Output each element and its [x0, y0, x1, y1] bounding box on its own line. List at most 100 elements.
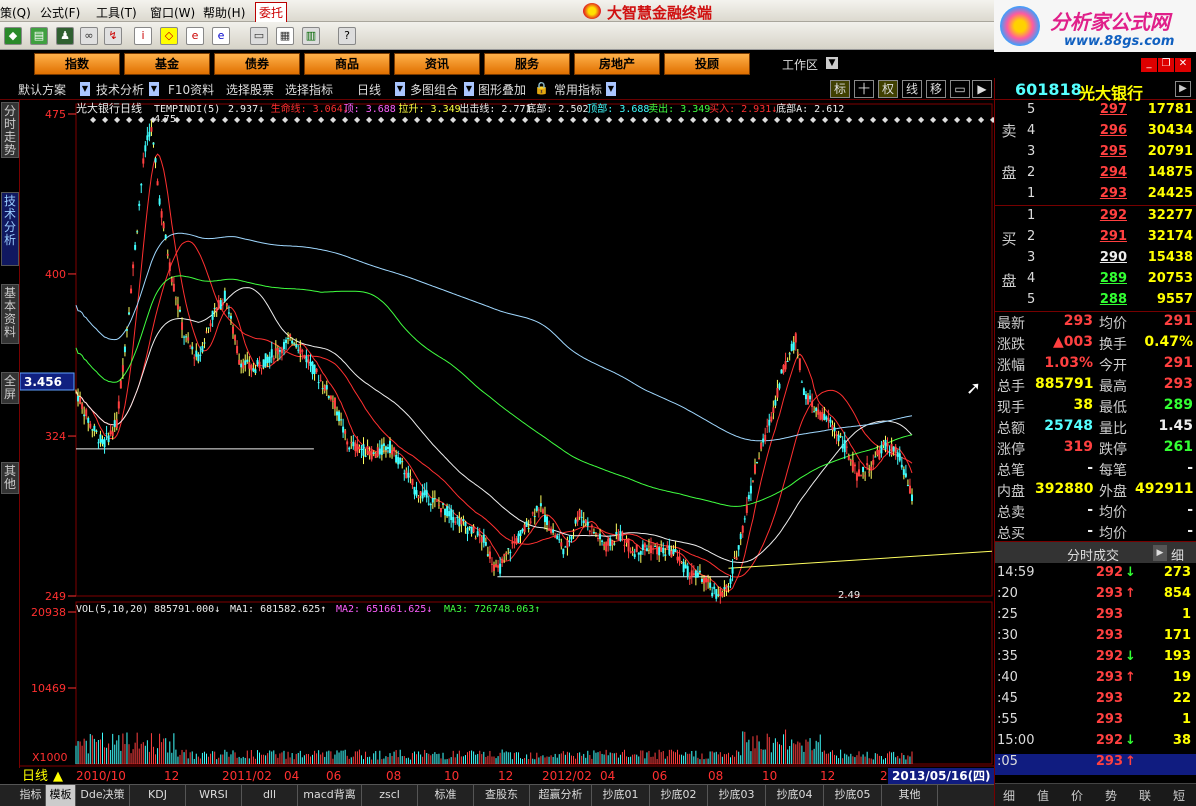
line-button[interactable]: 线 [902, 80, 922, 98]
tab-fullscreen[interactable]: 全屏 [1, 372, 19, 404]
panel-collapse-icon[interactable]: ▶ [1175, 81, 1191, 97]
bid-row[interactable]: 3 290 15438 [1025, 250, 1195, 271]
indicator-tab[interactable]: 抄底04 [766, 785, 824, 806]
indicator-tab[interactable]: 指标 [16, 785, 46, 806]
cat-fund[interactable]: 基金 [124, 53, 210, 75]
menu-tools[interactable]: 工具(T) [96, 4, 137, 21]
chart-icon[interactable]: ↯ [104, 27, 122, 45]
trade-row[interactable]: :25 293 1 [995, 607, 1196, 628]
trade-row[interactable]: :40 293 ↑ 19 [995, 670, 1196, 691]
common-dropdown-icon[interactable]: ▼ [606, 82, 616, 96]
help-pointer-icon[interactable]: ? [338, 27, 356, 45]
cat-bond[interactable]: 债券 [214, 53, 300, 75]
trade-row[interactable]: 14:59 292 ↓ 273 [995, 565, 1196, 586]
quote-tab[interactable]: 势 [1105, 787, 1117, 804]
ask-row[interactable]: 2 294 14875 [1025, 165, 1195, 186]
overlay-menu[interactable]: 图形叠加 [478, 81, 526, 98]
quote-icon[interactable]: ◆ [4, 27, 22, 45]
tech-dropdown-icon[interactable]: ▼ [149, 82, 159, 96]
bid-row[interactable]: 5 288 9557 [1025, 292, 1195, 313]
diamond-icon[interactable]: ◇ [160, 27, 178, 45]
info-icon[interactable]: i [134, 27, 152, 45]
quote-tab[interactable]: 值 [1037, 787, 1049, 804]
blue-logo-icon[interactable]: e [212, 27, 230, 45]
indicator-tab[interactable]: 模板 [46, 785, 76, 806]
kline-chart[interactable]: ◆ ◆ ◆ ◆ ◆ ◆ ◆ ◆ ◆ ◆ ◆ ◆ ◆ ◆ ◆ ◆ ◆ ◆ ◆ ◆ ◆ ◆ ◆ ◆ ◆ ◆ ◆ ◆ ◆ ◆ ◆ ◆ ◆ ◆ ◆ ◆ ◆ ◆ ◆ ◆… [20, 100, 994, 784]
crosshair-button[interactable]: 十 [854, 80, 874, 98]
select-indicator-menu[interactable]: 选择指标 [285, 81, 333, 98]
cat-advisor[interactable]: 投顾 [664, 53, 750, 75]
close-icon[interactable]: ✕ [1175, 58, 1191, 72]
bid-row[interactable]: 2 291 32174 [1025, 229, 1195, 250]
tab-other[interactable]: 其他 [1, 462, 19, 494]
tab-intraday[interactable]: 分时走势 [1, 102, 19, 158]
indicator-tab[interactable]: Dde决策 [76, 785, 130, 806]
multi-dropdown-icon[interactable]: ▼ [464, 82, 474, 96]
indicator-tab[interactable]: macd背离 [298, 785, 362, 806]
trade-row[interactable]: 15:00 292 ↓ 38 [995, 733, 1196, 754]
mark-button[interactable]: 标 [830, 80, 850, 98]
trade-row[interactable]: :55 293 1 [995, 712, 1196, 733]
tech-analysis-menu[interactable]: 技术分析 [96, 81, 144, 98]
binoculars-icon[interactable]: ∞ [80, 27, 98, 45]
menu-help[interactable]: 帮助(H) [203, 4, 245, 21]
ask-row[interactable]: 3 295 20791 [1025, 144, 1195, 165]
indicator-tab[interactable]: dll [242, 785, 298, 806]
indicator-tab[interactable]: 超赢分析 [530, 785, 592, 806]
trades-expand-icon[interactable]: ▶ [1153, 545, 1167, 561]
workarea-dropdown-icon[interactable]: ▼ [826, 57, 838, 69]
scheme-dropdown-icon[interactable]: ▼ [80, 82, 90, 96]
menu-entrust[interactable]: 委托 [255, 2, 288, 23]
user-icon[interactable]: ♟ [56, 27, 74, 45]
ask-row[interactable]: 1 293 24425 [1025, 186, 1195, 207]
menu-formula[interactable]: 公式(F) [40, 4, 80, 21]
indicator-tab[interactable]: 标准 [418, 785, 474, 806]
red-logo-icon[interactable]: e [186, 27, 204, 45]
market-icon[interactable]: ▤ [30, 27, 48, 45]
trades-detail-button[interactable]: 细 [1171, 545, 1184, 564]
select-stock-menu[interactable]: 选择股票 [226, 81, 274, 98]
trade-row[interactable]: :20 293 ↑ 854 [995, 586, 1196, 607]
common-indicator-menu[interactable]: 常用指标 [554, 81, 602, 98]
multi-chart-menu[interactable]: 多图组合 [410, 81, 458, 98]
bid-row[interactable]: 1 292 32277 [1025, 208, 1195, 229]
quote-tab[interactable]: 细 [1003, 787, 1015, 804]
tab-technical[interactable]: 技术分析 [1, 192, 19, 266]
move-button[interactable]: 移 [926, 80, 946, 98]
restore-icon[interactable]: ❐ [1158, 58, 1174, 72]
menu-strategy[interactable]: 策(Q) [0, 4, 31, 21]
quote-tab[interactable]: 价 [1071, 787, 1083, 804]
menu-window[interactable]: 窗口(W) [150, 4, 195, 21]
period-menu[interactable]: 日线 [357, 81, 381, 98]
trade-row[interactable]: :45 293 22 [995, 691, 1196, 712]
quote-tab[interactable]: 联 [1139, 787, 1151, 804]
clipboard-icon[interactable]: ▭ [250, 27, 268, 45]
quote-tab[interactable]: 短 [1173, 787, 1185, 804]
trade-row[interactable]: :30 293 171 [995, 628, 1196, 649]
indicator-tab[interactable]: KDJ [130, 785, 186, 806]
indicator-tab[interactable]: 抄底01 [592, 785, 650, 806]
tab-fundamental[interactable]: 基本资料 [1, 284, 19, 344]
window-icon[interactable]: ▦ [276, 27, 294, 45]
bid-row[interactable]: 4 289 20753 [1025, 271, 1195, 292]
trade-row[interactable]: :05 293 ↑ [995, 754, 1196, 775]
trade-row[interactable]: :35 292 ↓ 193 [995, 649, 1196, 670]
f10-menu[interactable]: F10资料 [168, 81, 214, 98]
period-dropdown-icon[interactable]: ▼ [395, 82, 405, 96]
minimize-icon[interactable]: _ [1141, 58, 1157, 72]
lock-icon[interactable]: 🔒 [534, 81, 549, 95]
indicator-tab[interactable]: WRSI [186, 785, 242, 806]
rights-button[interactable]: 权 [878, 80, 898, 98]
scheme-menu[interactable]: 默认方案 [18, 81, 66, 98]
cat-realestate[interactable]: 房地产 [574, 53, 660, 75]
ask-row[interactable]: 4 296 30434 [1025, 123, 1195, 144]
cat-service[interactable]: 服务 [484, 53, 570, 75]
cat-news[interactable]: 资讯 [394, 53, 480, 75]
workarea-label[interactable]: 工作区 [782, 56, 818, 73]
period-triangle-icon[interactable]: ▲ [53, 769, 63, 784]
indicator-tab[interactable]: 其他 [882, 785, 938, 806]
indicator-tab[interactable]: 抄底02 [650, 785, 708, 806]
panel-toggle-icon[interactable]: ▭ [950, 80, 970, 98]
indicator-tab[interactable]: 抄底05 [824, 785, 882, 806]
ask-row[interactable]: 5 297 17781 [1025, 102, 1195, 123]
